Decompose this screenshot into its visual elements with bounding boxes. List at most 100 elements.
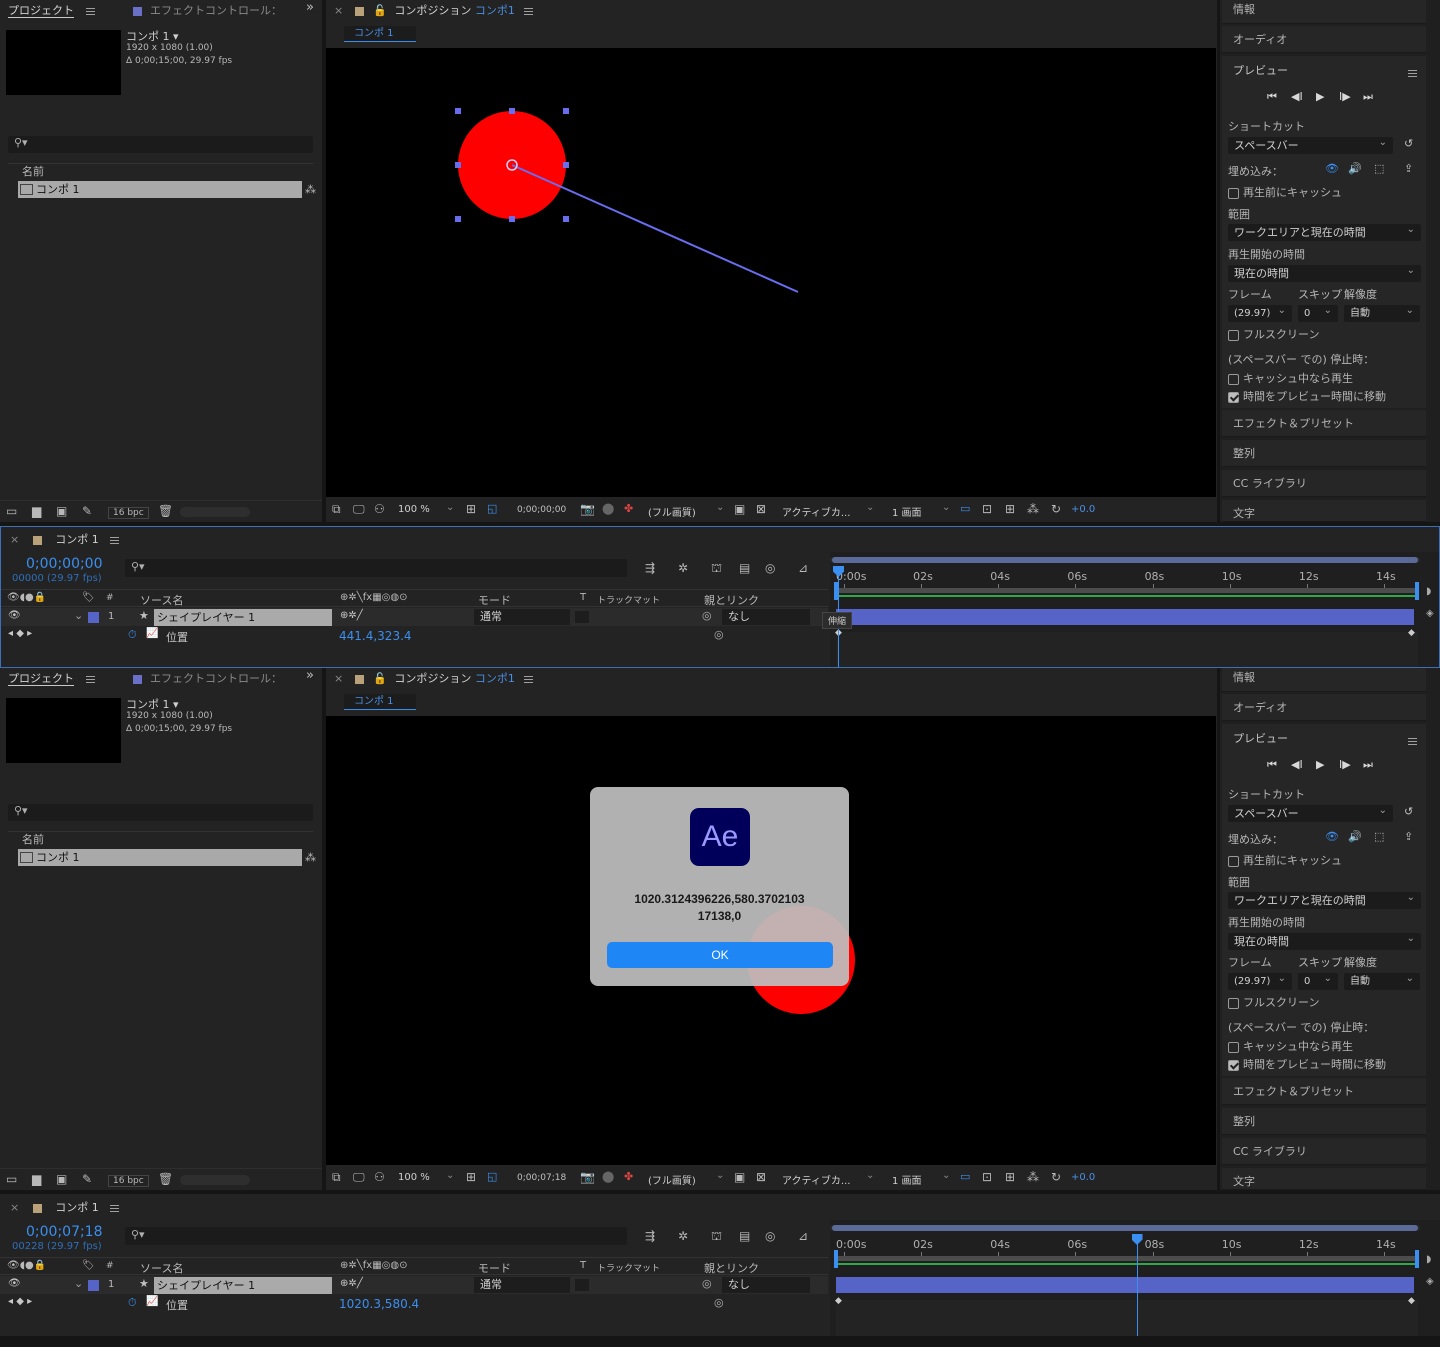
viewer-current-time[interactable]: 0;00;00;00 (517, 505, 566, 515)
lock-icon[interactable]: 🔓 (373, 672, 387, 685)
position-value[interactable]: 1020.3,580.4 (339, 1297, 419, 1311)
resolution-dropdown[interactable]: (フル画質) (648, 1172, 696, 1187)
tab-timeline[interactable]: × コンポ 1 (10, 531, 120, 547)
if-caching-checkbox[interactable] (1228, 1041, 1239, 1053)
transparency-grid-icon[interactable]: ⊠ (756, 1170, 766, 1184)
project-search-input[interactable]: ⚲▾ (8, 136, 313, 153)
reset-exposure-icon[interactable]: ↻ (1051, 502, 1061, 516)
motion-blur-icon[interactable]: ◎ (765, 1229, 775, 1243)
comp-mini-flowchart-icon[interactable]: ⇶ (645, 1229, 655, 1243)
column-track-matte[interactable]: トラックマット (597, 1261, 660, 1274)
bounding-box-handle[interactable] (563, 108, 569, 114)
overlay-toggle-icon[interactable]: ⬚ (1374, 162, 1384, 175)
bounding-box-handle[interactable] (509, 216, 515, 222)
graph-editor-icon[interactable]: ⊿ (798, 561, 808, 575)
column-header-name[interactable]: 名前 (8, 163, 313, 179)
audio-toggle-icon[interactable]: 🔊 (1348, 162, 1362, 175)
motion-path[interactable] (511, 164, 799, 293)
switches-icon[interactable]: ⊕✲╲fx▦◎◍⊙ (340, 1260, 408, 1271)
tab-project[interactable]: プロジェクト (8, 670, 95, 686)
last-frame-icon[interactable]: ⏭ (1363, 758, 1373, 772)
toggle-pixel-aspect-icon[interactable]: ▭ (960, 502, 970, 515)
timeline-icon[interactable]: ⊞ (1005, 1170, 1015, 1184)
reset-icon[interactable]: ↺ (1404, 805, 1413, 818)
flowchart-icon[interactable]: ⁂ (305, 851, 316, 864)
keyframe-navigator-icon[interactable]: ◂ ◆ ▸ (8, 1296, 32, 1307)
panel-audio[interactable]: オーディオ (1222, 26, 1426, 53)
column-parent-link[interactable]: 親とリンク (704, 1260, 759, 1276)
trash-icon[interactable]: 🗑 (158, 1172, 173, 1186)
monitor-icon[interactable]: 🖵 (353, 502, 365, 517)
resolution-preview-dropdown[interactable]: 自動 (1344, 302, 1420, 322)
eye-icon[interactable]: 👁 (8, 610, 21, 621)
next-frame-icon[interactable]: I▶ (1339, 90, 1351, 103)
tab-project[interactable]: プロジェクト (8, 2, 95, 18)
range-dropdown[interactable]: ワークエリアと現在の時間 (1228, 889, 1421, 909)
parent-dropdown[interactable]: なし (722, 1277, 810, 1293)
if-caching-option[interactable]: キャッシュ中なら再生 (1228, 370, 1353, 386)
move-time-option[interactable]: 時間をプレビュー時間に移動 (1228, 1056, 1386, 1072)
close-icon[interactable]: × (334, 4, 343, 17)
project-item-name[interactable]: コンポ 1 ▾ (126, 696, 179, 712)
panel-effects-presets[interactable]: エフェクト＆プリセット (1222, 410, 1426, 437)
safe-zones-icon[interactable]: ⊞ (466, 502, 476, 516)
settings-icon[interactable]: ✎ (82, 1172, 92, 1186)
tab-composition[interactable]: × 🔓 コンポジション コンポ1 (334, 670, 534, 686)
motion-blur-icon[interactable]: ◎ (765, 561, 775, 575)
panel-menu-icon[interactable] (85, 675, 95, 683)
preserve-transparency-checkbox[interactable] (575, 1279, 589, 1291)
project-list-item[interactable]: コンポ 1 (18, 181, 302, 198)
zoom-dropdown[interactable]: 100 % (398, 1172, 430, 1183)
zoom-dropdown[interactable]: 100 % (398, 504, 430, 515)
time-ruler[interactable]: 0:00s 02s 04s 06s 08s 10s 12s 14s (830, 566, 1420, 588)
interpret-footage-icon[interactable]: ▭ (6, 1172, 17, 1186)
bounding-box-handle[interactable] (563, 162, 569, 168)
pick-whip-icon[interactable]: ◎ (714, 628, 724, 641)
shortcut-dropdown[interactable]: スペースバー (1228, 802, 1393, 822)
column-mode[interactable]: モード (478, 1260, 511, 1276)
graph-editor-icon[interactable]: ⊿ (798, 1229, 808, 1243)
timeline-graph-area[interactable]: 0:00s 02s 04s 06s 08s 10s 12s 14s ◆ ◆ ◗ ◈ (830, 1220, 1440, 1336)
range-dropdown[interactable]: ワークエリアと現在の時間 (1228, 221, 1421, 241)
panel-menu-icon[interactable] (524, 675, 534, 683)
mask-visibility-icon[interactable]: ◱ (487, 502, 497, 515)
panel-text[interactable]: 文字 (1222, 500, 1426, 522)
time-navigator-range[interactable] (832, 1225, 1418, 1231)
snapshot-icon[interactable]: 📷 (580, 1170, 595, 1184)
skip-dropdown[interactable]: 0 (1298, 970, 1338, 990)
transparency-grid-icon[interactable]: ⊠ (756, 502, 766, 516)
tab-timeline[interactable]: × コンポ 1 (10, 1199, 120, 1215)
frame-rate-dropdown[interactable]: (29.97) (1228, 302, 1292, 322)
bounding-box-handle[interactable] (455, 216, 461, 222)
position-value[interactable]: 441.4,323.4 (339, 629, 412, 643)
eye-icon[interactable]: 👁 (8, 1278, 21, 1289)
label-icon[interactable]: 🏷 (82, 592, 95, 603)
ok-button[interactable]: OK (607, 942, 833, 968)
keyframe-navigator-icon[interactable]: ◂ ◆ ▸ (8, 628, 32, 639)
layer-switches-icon[interactable]: ⊕✲╱ (340, 610, 363, 621)
twirl-down-icon[interactable]: ⌄ (74, 609, 83, 622)
bpc-button[interactable]: 16 bpc (108, 1175, 149, 1187)
close-icon[interactable]: × (334, 672, 343, 685)
keyframe-start[interactable]: ◆ (835, 1296, 842, 1306)
move-time-checkbox[interactable] (1228, 1059, 1239, 1071)
bounding-box-handle[interactable] (563, 216, 569, 222)
first-frame-icon[interactable]: ⏮ (1267, 90, 1277, 104)
viewer-current-time[interactable]: 0;00;07;18 (517, 1173, 566, 1183)
bounding-box-handle[interactable] (509, 108, 515, 114)
reset-icon[interactable]: ↺ (1404, 137, 1413, 150)
playhead[interactable] (1131, 1234, 1143, 1336)
pick-whip-icon[interactable]: ◎ (702, 609, 712, 622)
last-frame-icon[interactable]: ⏭ (1363, 90, 1373, 104)
label-icon[interactable]: 🏷 (82, 1260, 95, 1271)
tab-effect-controls[interactable]: エフェクトコントロール： (133, 2, 283, 18)
fullscreen-checkbox[interactable] (1228, 329, 1239, 341)
layer-duration-bar[interactable] (836, 609, 1414, 625)
panel-cc-libraries[interactable]: CC ライブラリ (1222, 470, 1426, 497)
column-source-name[interactable]: ソース名 (140, 592, 183, 608)
exposure-value[interactable]: +0.0 (1071, 504, 1095, 515)
frame-blending-icon[interactable]: ▤ (739, 561, 750, 575)
close-icon[interactable]: × (10, 1201, 19, 1214)
tab-effect-controls[interactable]: エフェクトコントロール： (133, 670, 283, 686)
work-area-bar[interactable] (836, 588, 1418, 593)
